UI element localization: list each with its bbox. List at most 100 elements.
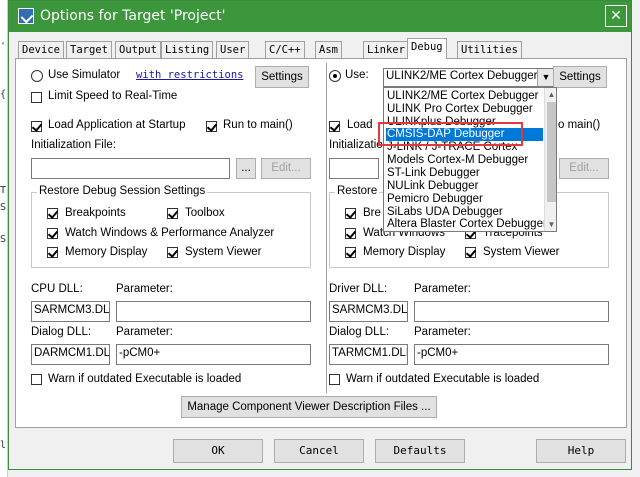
scroll-up-icon[interactable]: ▲: [545, 88, 556, 101]
right-system-viewer-label: System Viewer: [483, 246, 560, 258]
editor-char: {: [0, 89, 7, 100]
right-init-edit-button[interactable]: Edit...: [559, 158, 609, 179]
tab-listing[interactable]: Listing: [161, 41, 214, 58]
dropdown-item[interactable]: ULINK2/ME Cortex Debugger: [386, 90, 543, 103]
dropdown-item[interactable]: Models Cortex-M Debugger: [386, 154, 543, 167]
tab-utilities[interactable]: Utilities: [457, 41, 522, 58]
limit-speed-checkbox[interactable]: [31, 92, 42, 103]
cpu-param-label: Parameter:: [116, 283, 173, 295]
editor-char: S: [0, 234, 7, 245]
defaults-button[interactable]: Defaults: [375, 439, 465, 463]
driver-param-input[interactable]: [414, 301, 609, 322]
chevron-down-icon[interactable]: ▼: [537, 69, 554, 86]
window-title: Options for Target 'Project': [40, 8, 226, 24]
right-init-file-input[interactable]: [329, 158, 379, 179]
left-dialog-param-input[interactable]: -pCM0+: [116, 344, 311, 365]
annotation-highlight-box: [378, 122, 523, 146]
tab-linker[interactable]: Linker: [363, 41, 409, 58]
left-dialog-dll-input[interactable]: DARMCM1.DLL: [31, 344, 110, 365]
dropdown-scrollbar[interactable]: ▲ ▼: [544, 88, 556, 231]
right-warn-outdated-label: Warn if outdated Executable is loaded: [346, 373, 540, 385]
right-restore-title: Restore: [335, 185, 380, 197]
left-warn-outdated-label: Warn if outdated Executable is loaded: [48, 373, 242, 385]
right-dialog-dll-input[interactable]: TARMCM1.DLL: [329, 344, 408, 365]
init-file-edit-button[interactable]: Edit...: [261, 158, 311, 179]
breakpoints-label: Breakpoints: [65, 207, 126, 219]
run-main-label: Run to main(): [223, 119, 293, 131]
cpu-dll-label: CPU DLL:: [31, 283, 83, 295]
breakpoints-checkbox[interactable]: [47, 208, 58, 219]
use-debugger-radio[interactable]: [329, 70, 341, 82]
right-memory-checkbox[interactable]: [345, 247, 356, 258]
tab-debug[interactable]: Debug: [407, 38, 447, 59]
load-app-checkbox[interactable]: [31, 121, 42, 132]
load-app-label: Load Application at Startup: [48, 119, 186, 131]
right-dialog-param-input[interactable]: -pCM0+: [414, 344, 609, 365]
cpu-param-input[interactable]: [116, 301, 311, 322]
right-load-app-label: Load: [347, 119, 373, 131]
ok-button[interactable]: OK: [173, 439, 263, 463]
right-warn-outdated-checkbox[interactable]: [329, 374, 340, 385]
right-system-viewer-checkbox[interactable]: [465, 247, 476, 258]
toolbox-checkbox[interactable]: [167, 208, 178, 219]
editor-char: S: [0, 202, 7, 213]
right-memory-label: Memory Display: [363, 246, 446, 258]
cpu-dll-input[interactable]: SARMCM3.DLL: [31, 301, 110, 322]
driver-dll-input[interactable]: SARMCM3.DLL: [329, 301, 408, 322]
dropdown-item[interactable]: ULINK Pro Cortex Debugger: [386, 103, 543, 116]
watch-windows-checkbox[interactable]: [47, 228, 58, 239]
memory-display-checkbox[interactable]: [47, 247, 58, 258]
left-dialog-param-label: Parameter:: [116, 326, 173, 338]
editor-char: l: [0, 440, 7, 451]
driver-dll-label: Driver DLL:: [329, 283, 388, 295]
restore-settings-title: Restore Debug Session Settings: [37, 185, 208, 197]
tab-target[interactable]: Target: [66, 41, 112, 58]
right-breakpoints-checkbox[interactable]: [345, 208, 356, 219]
dropdown-item[interactable]: NULink Debugger: [386, 180, 543, 193]
simulator-settings-button[interactable]: Settings: [255, 66, 309, 88]
right-run-main-label: o main(): [558, 119, 601, 131]
memory-display-label: Memory Display: [65, 246, 148, 258]
system-viewer-checkbox[interactable]: [167, 247, 178, 258]
options-dialog: Options for Target 'Project' ✕ Device Ta…: [8, 0, 632, 470]
panel-divider: [326, 63, 327, 393]
background-editor: ' { T S S l: [0, 0, 8, 477]
tab-device[interactable]: Device: [18, 41, 64, 58]
manage-component-viewer-button[interactable]: Manage Component Viewer Description File…: [181, 396, 437, 418]
scroll-down-icon[interactable]: ▼: [545, 218, 556, 231]
restrictions-link[interactable]: with restrictions: [136, 69, 243, 81]
close-button[interactable]: ✕: [605, 5, 627, 27]
dropdown-item[interactable]: Altera Blaster Cortex Debugger: [386, 218, 547, 231]
right-watch-checkbox[interactable]: [345, 228, 356, 239]
help-button[interactable]: Help: [536, 439, 626, 463]
right-dialog-param-label: Parameter:: [414, 326, 471, 338]
debugger-settings-button[interactable]: Settings: [553, 66, 607, 88]
right-dialog-dll-label: Dialog DLL:: [329, 326, 390, 338]
use-simulator-label: Use Simulator: [48, 69, 121, 81]
init-file-label: Initialization File:: [31, 139, 117, 151]
debugger-dropdown-list[interactable]: ULINK2/ME Cortex Debugger ULINK Pro Cort…: [383, 87, 557, 232]
debugger-select[interactable]: ULINK2/ME Cortex Debugger: [383, 68, 555, 87]
limit-speed-label: Limit Speed to Real-Time: [48, 90, 178, 102]
init-file-input[interactable]: [31, 158, 230, 179]
scrollbar-thumb[interactable]: [547, 102, 556, 202]
init-file-browse-button[interactable]: ...: [236, 158, 256, 179]
tab-output[interactable]: Output: [115, 41, 161, 58]
cancel-button[interactable]: Cancel: [274, 439, 364, 463]
watch-windows-label: Watch Windows & Performance Analyzer: [65, 227, 275, 239]
system-viewer-label: System Viewer: [185, 246, 262, 258]
right-breakpoints-label: Bre: [363, 207, 381, 219]
driver-param-label: Parameter:: [414, 283, 471, 295]
use-simulator-radio[interactable]: [31, 70, 43, 82]
right-load-app-checkbox[interactable]: [329, 121, 340, 132]
tab-asm[interactable]: Asm: [315, 41, 342, 58]
left-dialog-dll-label: Dialog DLL:: [31, 326, 92, 338]
title-bar[interactable]: Options for Target 'Project' ✕: [9, 1, 631, 32]
keil-app-icon: [18, 8, 34, 24]
left-warn-outdated-checkbox[interactable]: [31, 374, 42, 385]
run-main-checkbox[interactable]: [206, 121, 217, 132]
tab-user[interactable]: User: [216, 41, 250, 58]
tab-cpp[interactable]: C/C++: [265, 41, 305, 58]
dropdown-item[interactable]: ST-Link Debugger: [386, 167, 543, 180]
dropdown-item[interactable]: Pemicro Debugger: [386, 193, 543, 206]
